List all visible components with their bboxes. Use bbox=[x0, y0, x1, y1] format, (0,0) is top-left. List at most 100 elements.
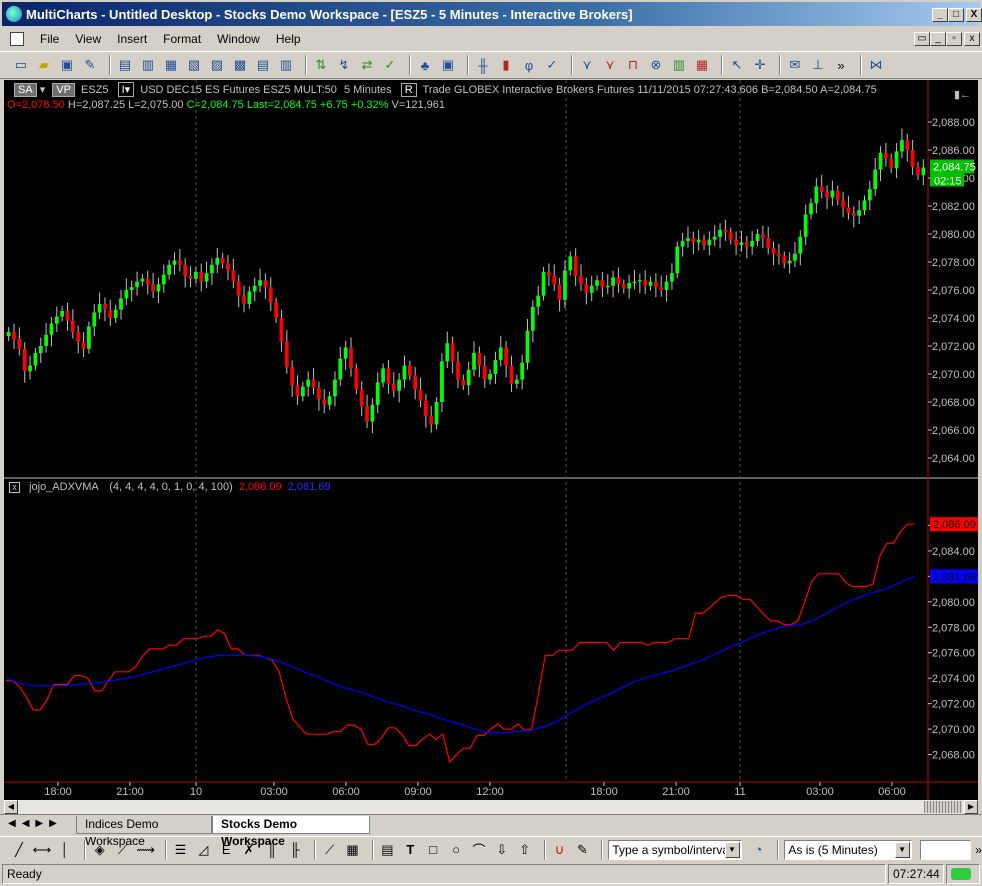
scanner-icon[interactable]: ▥ bbox=[139, 56, 157, 74]
auto-trading-icon[interactable]: ✓ bbox=[381, 56, 399, 74]
brush-icon[interactable]: ⟋ bbox=[321, 841, 339, 859]
dom-icon[interactable]: ▦ bbox=[162, 56, 180, 74]
arrow-up-icon[interactable]: ⇧ bbox=[516, 841, 534, 859]
fib-fan-icon[interactable]: ◿ bbox=[194, 841, 212, 859]
candle-body bbox=[445, 343, 450, 362]
menu-window[interactable]: Window bbox=[209, 32, 268, 46]
horizontal-line-icon[interactable]: ⟷ bbox=[33, 841, 52, 859]
scroll-left-icon[interactable]: ◀ bbox=[4, 800, 18, 814]
time-zones-icon[interactable]: ╟ bbox=[286, 841, 304, 859]
realtime-toggle[interactable]: R bbox=[400, 83, 417, 97]
chart-window[interactable]: 2,064.00 2,066.00 2,068.00 2,070.00 2,072.00… bbox=[4, 80, 978, 800]
volume-icon[interactable]: ▦ bbox=[693, 56, 711, 74]
fib-time-icon[interactable]: ✗ bbox=[240, 841, 258, 859]
pitchfork-icon[interactable]: ⟋ bbox=[114, 841, 132, 859]
minimize-button[interactable]: _ bbox=[932, 8, 948, 22]
bar-chart-icon[interactable]: ╫ bbox=[474, 56, 492, 74]
menu-help[interactable]: Help bbox=[268, 32, 309, 46]
zigzag-icon[interactable]: ⋎ bbox=[578, 56, 596, 74]
point-figure-icon[interactable]: ⊗ bbox=[647, 56, 665, 74]
kagi-icon[interactable]: ⊓ bbox=[624, 56, 642, 74]
toolbar-overflow-icon[interactable]: » bbox=[832, 56, 850, 74]
menu-format[interactable]: Format bbox=[155, 32, 209, 46]
open-folder-icon[interactable]: ▰ bbox=[35, 56, 53, 74]
strategy-icon[interactable]: ↯ bbox=[335, 56, 353, 74]
scroll-right-icon[interactable]: ▶ bbox=[964, 800, 978, 814]
gann-icon[interactable]: ⟿ bbox=[136, 841, 155, 859]
sa-button[interactable]: SA bbox=[14, 83, 37, 97]
menu-insert[interactable]: Insert bbox=[109, 32, 155, 46]
mdi-restore-icon[interactable]: ▭ bbox=[914, 32, 930, 46]
trade-icon[interactable]: ⇅ bbox=[312, 56, 330, 74]
ohlc-icon[interactable]: φ bbox=[520, 56, 538, 74]
info-toggle-icon[interactable]: I▾ bbox=[117, 82, 135, 97]
menu-file[interactable]: File bbox=[32, 32, 67, 46]
fib-extension-icon[interactable]: E bbox=[217, 841, 235, 859]
tab-indices-demo-workspace[interactable]: Indices Demo Workspace bbox=[76, 816, 212, 848]
grid-icon[interactable]: ▦ bbox=[344, 841, 362, 859]
ellipse-icon[interactable]: ○ bbox=[447, 841, 465, 859]
pointer-icon[interactable]: ↖ bbox=[728, 56, 746, 74]
save-icon[interactable]: ▣ bbox=[58, 56, 76, 74]
channel-icon[interactable]: ◈ bbox=[91, 841, 109, 859]
symbol-input[interactable]: Type a symbol/interval ▼ bbox=[608, 839, 742, 860]
clock-icon[interactable]: ◔ bbox=[750, 841, 768, 859]
trendline-icon[interactable]: ╱ bbox=[10, 841, 28, 859]
arrow-down-icon[interactable]: ⇩ bbox=[493, 841, 511, 859]
comment-icon[interactable]: ✉ bbox=[786, 56, 804, 74]
vp-button[interactable]: VP bbox=[52, 83, 75, 97]
edit-icon[interactable]: ✎ bbox=[81, 56, 99, 74]
scroll-grip[interactable] bbox=[924, 801, 962, 813]
report-icon[interactable]: ▤ bbox=[254, 56, 272, 74]
chart-trading-icon[interactable]: ⋈ bbox=[867, 56, 885, 74]
candle-body bbox=[108, 309, 113, 318]
resolution-select[interactable]: As is (5 Minutes) ▼ bbox=[784, 839, 912, 860]
low-value: L=2,075.00 bbox=[128, 99, 184, 111]
menu-view[interactable]: View bbox=[67, 32, 109, 46]
candle-chart-icon[interactable]: ▮ bbox=[497, 56, 515, 74]
signals-icon[interactable]: ⇄ bbox=[358, 56, 376, 74]
close-button[interactable]: X bbox=[966, 8, 982, 22]
candle-body bbox=[12, 332, 16, 339]
scale-toggle-icon[interactable]: ▮← bbox=[954, 88, 971, 101]
crosshair-icon[interactable]: ✛ bbox=[751, 56, 769, 74]
magnet-icon[interactable]: ∪ bbox=[551, 841, 569, 859]
fib-retracement-icon[interactable]: ☰ bbox=[172, 841, 190, 859]
chart-canvas[interactable]: 2,064.00 2,066.00 2,068.00 2,070.00 2,072.00… bbox=[4, 80, 978, 800]
format-icon[interactable]: ▣ bbox=[439, 56, 457, 74]
line-chart-icon[interactable]: ✓ bbox=[543, 56, 561, 74]
cycle-lines-icon[interactable]: ║ bbox=[263, 841, 281, 859]
range-icon[interactable]: ▥ bbox=[670, 56, 688, 74]
chevron-down-icon[interactable]: ▼ bbox=[724, 841, 740, 858]
notes-icon[interactable]: ▤ bbox=[379, 841, 397, 859]
chart-scrollbar[interactable]: ◀ ▶ bbox=[4, 800, 978, 814]
arc-icon[interactable]: ⌒ bbox=[470, 841, 488, 859]
candle-body bbox=[81, 341, 86, 349]
text-icon[interactable]: T bbox=[401, 841, 419, 859]
chevron-down-icon[interactable]: ▼ bbox=[894, 841, 910, 858]
drawing-mode-icon[interactable]: ✎ bbox=[574, 841, 592, 859]
tab-stocks-demo-workspace[interactable]: Stocks Demo Workspace bbox=[212, 816, 370, 848]
rectangle-icon[interactable]: □ bbox=[424, 841, 442, 859]
maximize-button[interactable]: □ bbox=[948, 8, 964, 22]
document-icon[interactable] bbox=[10, 32, 24, 46]
drawbar-overflow-icon[interactable]: » bbox=[975, 843, 982, 857]
order-book-icon[interactable]: ▧ bbox=[185, 56, 203, 74]
quick-input[interactable] bbox=[919, 839, 972, 860]
tab-nav-icon[interactable]: ◀◀▶▶ bbox=[8, 818, 63, 829]
mdi-close-button[interactable]: x bbox=[964, 32, 980, 46]
indicator-close-icon[interactable]: x bbox=[9, 482, 20, 493]
candle-body bbox=[424, 400, 428, 416]
news-icon[interactable]: ▥ bbox=[277, 56, 295, 74]
mdi-minimize-button[interactable]: _ bbox=[930, 32, 946, 46]
mdi-maximize-button[interactable]: ▫ bbox=[946, 32, 962, 46]
indicators-icon[interactable]: ♣ bbox=[416, 56, 434, 74]
new-window-icon[interactable]: ▭ bbox=[12, 56, 30, 74]
pin-icon[interactable]: ⊥ bbox=[809, 56, 827, 74]
chart-window-icon[interactable]: ▤ bbox=[116, 56, 134, 74]
candle-body bbox=[707, 239, 712, 246]
portfolio-icon[interactable]: ▨ bbox=[208, 56, 226, 74]
pl-icon[interactable]: ▩ bbox=[231, 56, 249, 74]
vertical-line-icon[interactable]: │ bbox=[56, 841, 74, 859]
renko-icon[interactable]: ⋎ bbox=[601, 56, 619, 74]
